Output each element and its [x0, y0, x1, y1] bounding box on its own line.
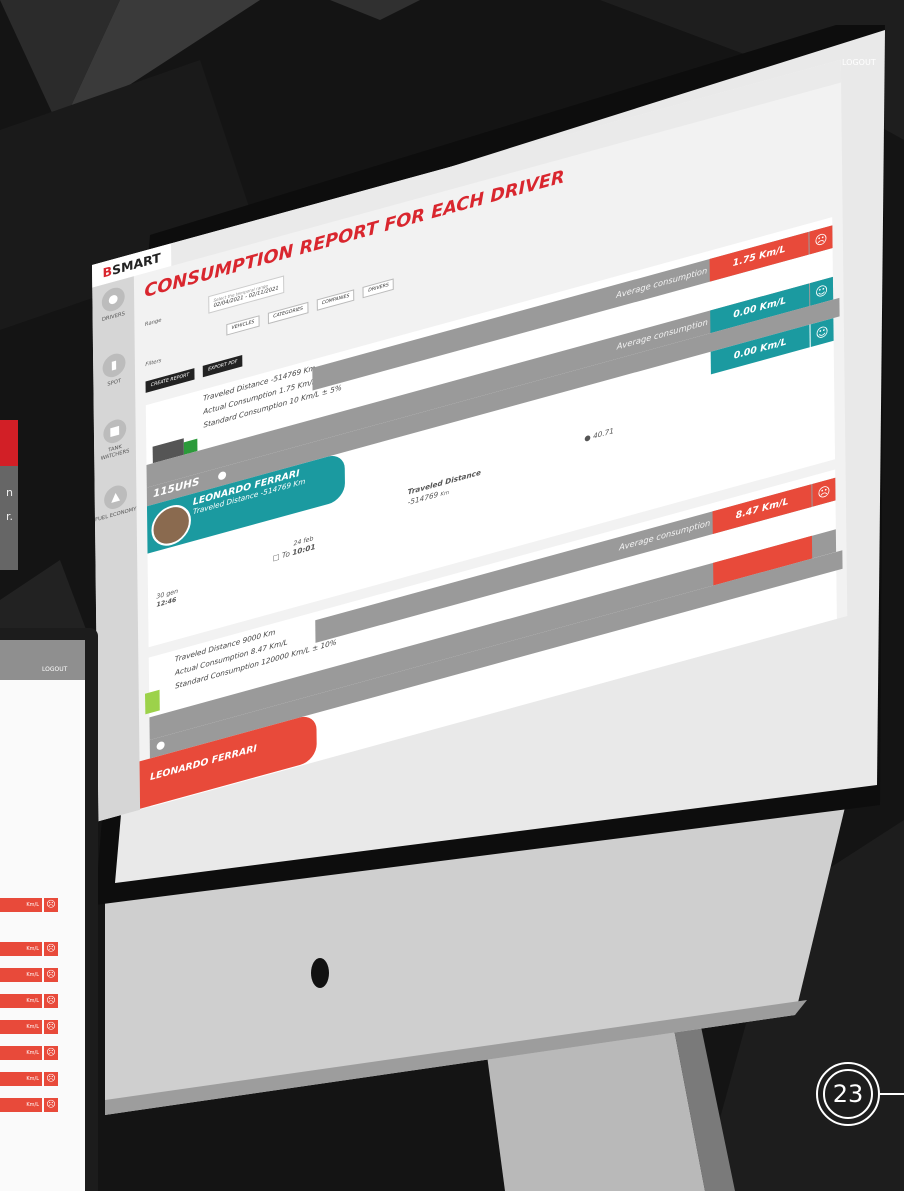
- sad-face-icon: ☹: [44, 1020, 58, 1034]
- tablet-row: Km/L ☹: [0, 1020, 65, 1034]
- tablet-row: Km/L ☹: [0, 1072, 65, 1086]
- sad-face-icon: ☹: [44, 1072, 58, 1086]
- fuel-drop-icon: ●: [155, 738, 166, 753]
- page-number: 23: [823, 1069, 873, 1119]
- sidebar-item-drivers[interactable]: ● DRIVERS: [92, 282, 134, 353]
- tablet-top-bar: [0, 640, 85, 680]
- fuel-value: ● 40.71: [584, 426, 614, 444]
- sad-face-icon: ☹: [44, 898, 58, 912]
- sidebar: ● DRIVERS ▮ SPOT ■ TANK WATCHERS ▲ FUEL …: [92, 276, 141, 822]
- sidebar-item-label: FUEL ECONOMY: [95, 505, 137, 524]
- truck-icon: ▲: [104, 482, 128, 512]
- tablet-row: Km/L ☹: [0, 968, 65, 982]
- sidebar-item-label: SPOT: [107, 377, 122, 388]
- sad-face-icon: ☹: [44, 994, 58, 1008]
- page-number-line: [880, 1093, 904, 1095]
- row-value: Km/L: [0, 1020, 42, 1034]
- export-pdf-button[interactable]: EXPORT PDF: [202, 354, 243, 378]
- tablet-row: Km/L ☹: [0, 994, 65, 1008]
- row-value: Km/L: [0, 942, 42, 956]
- sad-face-icon: ☹: [44, 968, 58, 982]
- sidebar-item-spot[interactable]: ▮ SPOT: [93, 348, 135, 419]
- tablet-device: LOGOUT Km/L ☹ Km/L ☹ Km/L ☹ Km/L ☹ Km/L ☹ Km/…: [0, 628, 98, 1191]
- tablet-row: Km/L ☹: [0, 898, 65, 912]
- tablet-row: Km/L ☹: [0, 1098, 65, 1112]
- tablet-logout-link[interactable]: LOGOUT: [42, 666, 67, 673]
- tablet-screen: LOGOUT Km/L ☹ Km/L ☹ Km/L ☹ Km/L ☹ Km/L ☹ Km/…: [0, 640, 85, 1191]
- row-value: Km/L: [0, 1072, 42, 1086]
- tablet-row: Km/L ☹: [0, 942, 65, 956]
- fuel-pump-icon: ▮: [102, 350, 126, 380]
- fuel-drop-icon: ●: [217, 468, 227, 483]
- tablet-row: Km/L ☹: [0, 1046, 65, 1060]
- happy-face-icon: ☺: [810, 318, 834, 348]
- section-accent-bar: [0, 420, 18, 466]
- cropped-text-r: r.: [6, 510, 14, 523]
- page-number-badge: 23: [816, 1062, 880, 1126]
- person-icon: ●: [101, 285, 125, 314]
- sad-face-icon: ☹: [44, 942, 58, 956]
- tank-icon: ■: [103, 416, 127, 446]
- create-report-button[interactable]: CREATE REPORT: [145, 368, 195, 393]
- sad-face-icon: ☹: [44, 1046, 58, 1060]
- logout-link[interactable]: LOGOUT: [842, 58, 876, 67]
- row-value: Km/L: [0, 994, 42, 1008]
- row-value: Km/L: [0, 898, 42, 912]
- row-value: Km/L: [0, 1046, 42, 1060]
- sad-face-icon: ☹: [44, 1098, 58, 1112]
- sidebar-item-tank-watchers[interactable]: ■ TANK WATCHERS: [94, 414, 136, 485]
- cropped-text-n: n: [6, 486, 13, 499]
- sidebar-item-label: DRIVERS: [101, 310, 125, 324]
- range-label: Range: [144, 317, 162, 328]
- row-value: Km/L: [0, 968, 42, 982]
- sidebar-item-fuel-economy[interactable]: ▲ FUEL ECONOMY: [95, 480, 137, 551]
- row-value: Km/L: [0, 1098, 42, 1112]
- sidebar-item-label: TANK WATCHERS: [100, 443, 130, 463]
